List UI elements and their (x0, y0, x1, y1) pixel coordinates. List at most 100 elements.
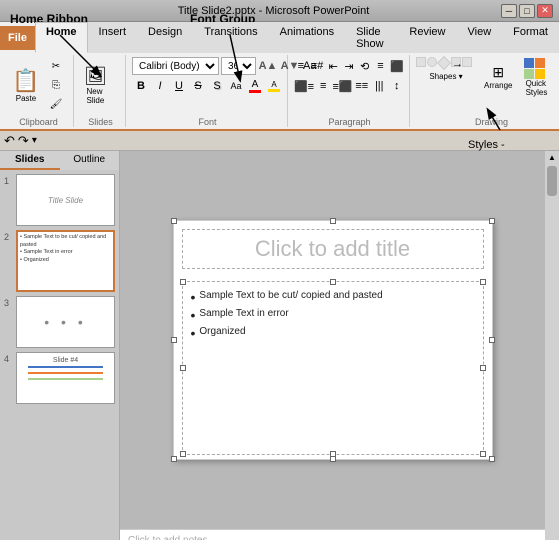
increase-font-button[interactable]: A▲ (258, 57, 278, 75)
file-tab[interactable]: File (0, 26, 35, 50)
redo-button[interactable]: ↷ (18, 133, 29, 149)
font-size-select[interactable]: 36 (221, 57, 256, 75)
slide-num-2: 2 (4, 232, 9, 242)
slides-buttons: 🖼 NewSlide (80, 57, 121, 125)
increase-indent-button[interactable]: ⇥ (342, 57, 356, 75)
left-align-button[interactable]: ⬛≡ (294, 77, 314, 95)
slide-thumbnail-2[interactable]: 2 • Sample Text to be cut/ copied and pa… (16, 230, 115, 292)
shape-oval[interactable] (427, 57, 437, 67)
shape-arrow[interactable]: → (451, 57, 461, 67)
slide4-line2 (28, 372, 102, 374)
center-align-button[interactable]: ≡ (315, 77, 332, 95)
tab-view[interactable]: View (457, 22, 503, 53)
slide4-label: Slide #4 (53, 357, 78, 364)
slide-title-placeholder[interactable]: Click to add title (182, 229, 484, 269)
slide-thumbnail-3[interactable]: 3 • • • (16, 296, 115, 348)
slide-canvas-container: Click to add title (120, 151, 545, 529)
format-painter-button[interactable]: 🖌 (46, 95, 66, 113)
quick-styles-button[interactable]: QuickStyles (520, 57, 552, 97)
font-name-select[interactable]: Calibri (Body) (132, 57, 219, 75)
ribbon: File Home Insert Design Transitions Anim… (0, 22, 559, 131)
font-label: Font (128, 117, 287, 127)
font-name-row: Calibri (Body) 36 A▲ A▼ Aa (132, 57, 283, 75)
outline-tab[interactable]: Outline (60, 151, 120, 170)
shapes-button[interactable]: Shapes ▾ (429, 72, 462, 81)
scroll-up-button[interactable]: ▲ (546, 151, 558, 164)
shape-callout[interactable] (462, 57, 472, 67)
tab-format[interactable]: Format (502, 22, 559, 53)
slides-group: 🖼 NewSlide Slides (76, 55, 126, 127)
numbering-button[interactable]: ≡# (310, 57, 325, 75)
para-row2: ⬛≡ ≡ ≡⬛ ≡≡ ||| ↕ (294, 77, 405, 95)
scroll-thumb[interactable] (547, 166, 557, 196)
line-spacing-button[interactable]: ↕ (389, 77, 406, 95)
maximize-button[interactable]: □ (519, 4, 535, 18)
bold-button[interactable]: B (132, 77, 150, 95)
slides-label: Slides (76, 117, 125, 127)
slide3-content: • • • (44, 314, 86, 330)
slide-thumbnail-1[interactable]: 1 Title Slide (16, 174, 115, 226)
slide-num-1: 1 (4, 176, 9, 186)
content-handle-tl (180, 279, 186, 285)
bullet-3: • Organized (191, 326, 475, 340)
text-direction-button[interactable]: ⟲ (358, 57, 372, 75)
tab-review[interactable]: Review (398, 22, 456, 53)
customize-button[interactable]: ▾ (32, 135, 37, 146)
content-handle-bl (180, 451, 186, 457)
content-handle-tr (480, 279, 486, 285)
close-button[interactable]: ✕ (537, 4, 553, 18)
italic-button[interactable]: I (151, 77, 169, 95)
shape-diamond[interactable] (437, 56, 451, 70)
tab-animations[interactable]: Animations (269, 22, 345, 53)
right-align-button[interactable]: ≡⬛ (333, 77, 353, 95)
clipboard-buttons: 📋 Paste ✂ ⎘ 🖌 (8, 57, 69, 125)
window-controls[interactable]: ─ □ ✕ (501, 4, 553, 18)
slide4-line1 (28, 366, 102, 368)
notes-bar[interactable]: Click to add notes (120, 529, 545, 540)
minimize-button[interactable]: ─ (501, 4, 517, 18)
handle-mr (489, 337, 495, 343)
new-slide-button[interactable]: 🖼 NewSlide (80, 65, 111, 105)
vertical-scrollbar[interactable]: ▲ ▼ (545, 151, 559, 540)
decrease-indent-button[interactable]: ⇤ (326, 57, 340, 75)
slide-content-area[interactable]: • Sample Text to be cut/ copied and past… (182, 281, 484, 455)
strikethrough-button[interactable]: S (189, 77, 207, 95)
copy-button[interactable]: ⎘ (46, 76, 66, 94)
tab-home[interactable]: Home (35, 22, 88, 53)
undo-button[interactable]: ↶ (4, 133, 15, 149)
font-color-button[interactable]: A (246, 77, 264, 95)
title-bar: Title Slide2.pptx - Microsoft PowerPoint… (0, 0, 559, 22)
shape-rect[interactable] (416, 57, 426, 67)
arrange-button[interactable]: ⊞ Arrange (480, 57, 516, 97)
bullets-button[interactable]: ≡ (294, 57, 308, 75)
highlight-color-button[interactable]: A (265, 77, 283, 95)
underline-button[interactable]: U (170, 77, 188, 95)
convert-smartart-button[interactable]: ⬛ (389, 57, 405, 75)
content-handle-mr (480, 365, 486, 371)
content-handle-ml (180, 365, 186, 371)
handle-tm (330, 218, 336, 224)
handle-br (489, 456, 495, 462)
change-case-button[interactable]: Aa (227, 77, 245, 95)
slide2-content: • Sample Text to be cut/ copied and past… (20, 234, 111, 265)
paragraph-group: ≡ ≡# ⇤ ⇥ ⟲ ≡ ⬛ ⬛≡ ≡ ≡⬛ ≡≡ ||| ↕ (290, 55, 410, 127)
tab-slideshow[interactable]: Slide Show (345, 22, 398, 53)
columns-button[interactable]: ||| (371, 77, 388, 95)
handle-ml (171, 337, 177, 343)
tab-insert[interactable]: Insert (88, 22, 138, 53)
justify-button[interactable]: ≡≡ (354, 77, 371, 95)
slide-panel-tabs: Slides Outline (0, 151, 119, 170)
notes-placeholder: Click to add notes (128, 535, 208, 540)
tab-design[interactable]: Design (137, 22, 193, 53)
shadow-button[interactable]: S (208, 77, 226, 95)
cut-button[interactable]: ✂ (46, 57, 66, 75)
tab-transitions[interactable]: Transitions (193, 22, 268, 53)
main-area: Slides Outline 1 Title Slide 2 • Sample … (0, 151, 559, 540)
slide-thumbnail-4[interactable]: 4 Slide #4 (16, 352, 115, 404)
paste-button[interactable]: 📋 Paste (8, 65, 44, 105)
content-handle-br (480, 451, 486, 457)
slide4-line3 (28, 378, 102, 380)
align-text-button[interactable]: ≡ (374, 57, 388, 75)
handle-tr (489, 218, 495, 224)
slides-tab[interactable]: Slides (0, 151, 60, 170)
